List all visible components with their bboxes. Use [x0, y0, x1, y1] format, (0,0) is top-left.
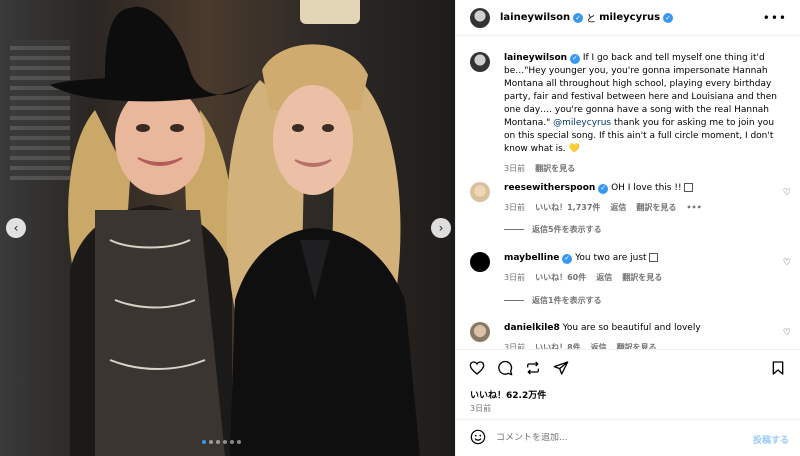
comments-list[interactable]: laineywilson ✓ If I go back and tell mys… — [456, 44, 800, 349]
like-count[interactable]: いいね！62.2万件 — [470, 388, 546, 401]
comment-likes[interactable]: いいね！8件 — [535, 341, 581, 349]
previous-slide-button[interactable]: ‹ — [6, 218, 26, 238]
reply-button[interactable]: 返信 — [610, 201, 626, 214]
more-options-icon[interactable]: ••• — [763, 11, 787, 25]
photo-people — [50, 6, 420, 456]
post-media[interactable]: ‹ › — [0, 0, 455, 456]
comment-item: danielkile8 You are so beautiful and lov… — [470, 322, 790, 349]
carousel-dot — [237, 440, 241, 444]
emoji-glyph-icon — [684, 183, 694, 192]
comment-username[interactable]: danielkile8 — [504, 323, 560, 333]
see-translation-link[interactable]: 翻訳を見る — [636, 201, 676, 214]
verified-badge-icon: ✓ — [598, 183, 609, 194]
comment-meta: 3日前 いいね！8件 返信 翻訳を見る — [504, 341, 782, 349]
comment-composer: 投稿する — [456, 419, 800, 456]
comment-meta: 3日前 いいね！1,737件 返信 翻訳を見る ••• — [504, 201, 782, 214]
comment-like-heart-icon[interactable]: ♡ — [783, 328, 791, 338]
carousel-dot — [216, 440, 220, 444]
comment-like-heart-icon[interactable]: ♡ — [783, 188, 791, 198]
comment-username[interactable]: maybelline — [504, 253, 559, 263]
comment-body: danielkile8 You are so beautiful and lov… — [504, 322, 782, 349]
author-username[interactable]: laineywilson — [500, 12, 570, 23]
collab-username[interactable]: mileycyrus — [599, 12, 660, 23]
comment-time[interactable]: 3日前 — [504, 201, 525, 214]
view-replies-button[interactable]: 返信1件を表示する — [504, 295, 602, 306]
caption-text: If I go back and tell myself one thing i… — [504, 53, 778, 128]
carousel-dot — [230, 440, 234, 444]
reply-button[interactable]: 返信 — [591, 341, 607, 349]
comment-time[interactable]: 3日前 — [504, 271, 525, 284]
verified-badge-icon: ✓ — [569, 53, 580, 64]
caption-time[interactable]: 3日前 — [504, 162, 525, 175]
avatar[interactable] — [470, 52, 490, 72]
post-dialog: ‹ › laineywilson ✓ と mileycyrus ✓ ••• la… — [0, 0, 800, 456]
action-bar: いいね！62.2万件 3日前 — [456, 349, 800, 419]
post-header: laineywilson ✓ と mileycyrus ✓ ••• — [456, 0, 800, 36]
comment-likes[interactable]: いいね！1,737件 — [535, 201, 600, 214]
comment-item: reesewitherspoon ✓ OH I love this !! 3日前… — [470, 182, 790, 214]
replies-divider — [504, 229, 524, 230]
comment-more-icon[interactable]: ••• — [686, 201, 701, 214]
emoji-glyph-icon — [649, 253, 659, 262]
post-side-panel: laineywilson ✓ と mileycyrus ✓ ••• lainey… — [455, 0, 800, 456]
comment-time[interactable]: 3日前 — [504, 341, 525, 349]
verified-badge-icon: ✓ — [663, 12, 674, 23]
comment-input[interactable] — [496, 433, 726, 443]
avatar[interactable] — [470, 252, 490, 272]
replies-divider — [504, 300, 524, 301]
comment-item: maybelline ✓ You two are just 3日前 いいね！60… — [470, 252, 790, 284]
emoji-picker-icon[interactable] — [470, 429, 486, 448]
caption-mention[interactable]: @mileycyrus — [553, 118, 611, 128]
verified-badge-icon: ✓ — [562, 253, 573, 264]
comment-like-heart-icon[interactable]: ♡ — [783, 258, 791, 268]
caption: laineywilson ✓ If I go back and tell mys… — [470, 52, 790, 175]
share-send-icon[interactable] — [552, 359, 570, 377]
caption-body: laineywilson ✓ If I go back and tell mys… — [504, 52, 782, 175]
see-translation-link[interactable]: 翻訳を見る — [622, 271, 662, 284]
see-translation-link[interactable]: 翻訳を見る — [535, 162, 575, 175]
carousel-dot — [223, 440, 227, 444]
comment-text: You are so beautiful and lovely — [562, 323, 701, 333]
comment-body: maybelline ✓ You two are just 3日前 いいね！60… — [504, 252, 782, 284]
comment-username[interactable]: reesewitherspoon — [504, 183, 595, 193]
comment-icon[interactable] — [496, 359, 514, 377]
comment-likes[interactable]: いいね！60件 — [535, 271, 586, 284]
comment-body: reesewitherspoon ✓ OH I love this !! 3日前… — [504, 182, 782, 214]
comment-text: OH I love this !! — [611, 183, 682, 193]
carousel-dot — [202, 440, 206, 444]
avatar[interactable] — [470, 182, 490, 202]
repost-icon[interactable] — [524, 359, 542, 377]
view-replies-label: 返信1件を表示する — [532, 296, 602, 305]
avatar[interactable] — [470, 7, 490, 28]
verified-badge-icon: ✓ — [573, 12, 584, 23]
view-replies-label: 返信5件を表示する — [532, 225, 602, 234]
caption-meta: 3日前 翻訳を見る — [504, 162, 782, 175]
author-names: laineywilson ✓ と mileycyrus ✓ — [500, 10, 674, 25]
view-replies-button[interactable]: 返信5件を表示する — [504, 224, 602, 235]
carousel-indicator — [202, 440, 241, 444]
comment-meta: 3日前 いいね！60件 返信 翻訳を見る — [504, 271, 782, 284]
comment-text: You two are just — [575, 253, 647, 263]
action-icons — [468, 359, 570, 377]
bookmark-icon[interactable] — [769, 359, 787, 377]
reply-button[interactable]: 返信 — [596, 271, 612, 284]
like-heart-icon[interactable] — [468, 359, 486, 377]
next-slide-button[interactable]: › — [431, 218, 451, 238]
post-date[interactable]: 3日前 — [470, 403, 491, 414]
caption-username[interactable]: laineywilson — [504, 53, 567, 63]
see-translation-link[interactable]: 翻訳を見る — [617, 341, 657, 349]
carousel-dot — [209, 440, 213, 444]
avatar[interactable] — [470, 322, 490, 342]
collab-conjunction: と — [586, 14, 597, 25]
post-comment-button[interactable]: 投稿する — [753, 433, 789, 446]
